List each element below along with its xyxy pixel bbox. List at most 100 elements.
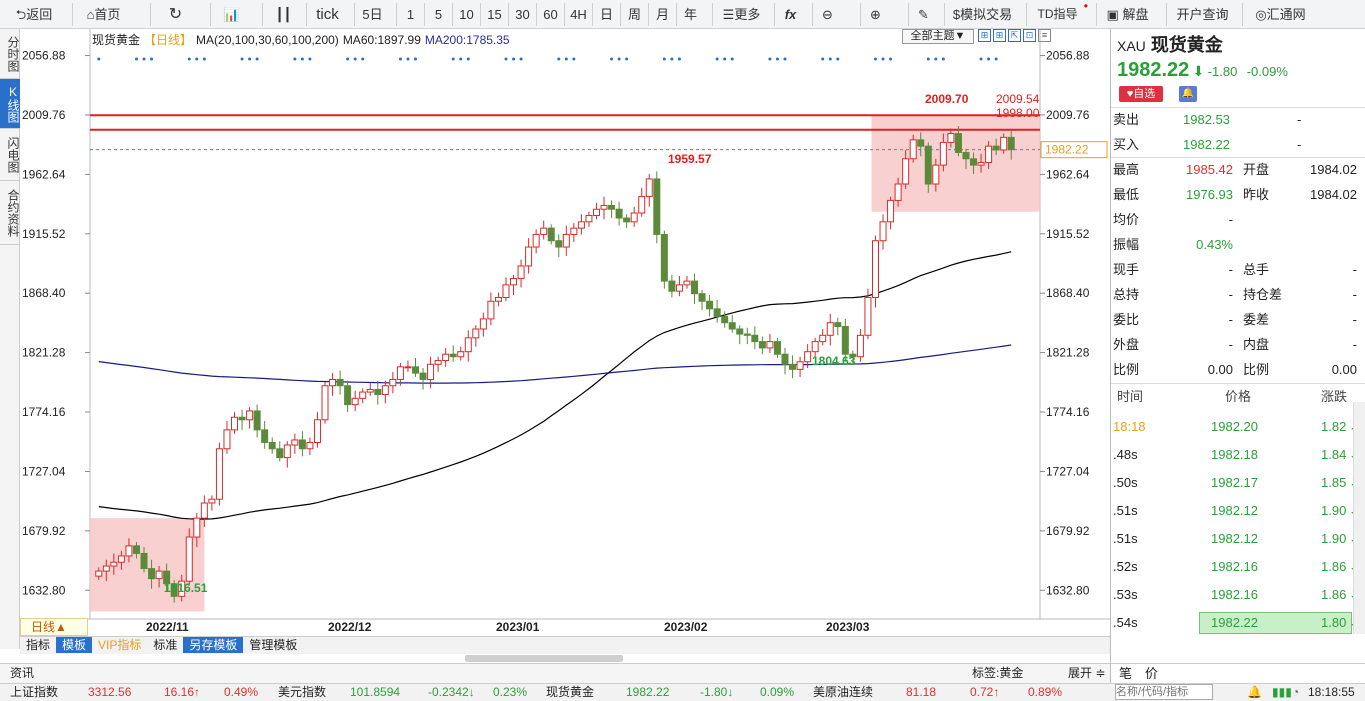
open-account-button[interactable]: 开户查询 (1166, 3, 1238, 26)
signal-dot (821, 57, 825, 61)
huitong-button[interactable]: ◎汇通网 (1242, 3, 1318, 26)
candle-body (570, 227, 578, 235)
y-tick-label: 1727.04 (1046, 464, 1090, 478)
period-week[interactable]: 周 (620, 3, 648, 26)
sell-price: 1982.53 (1183, 112, 1230, 127)
tab-jia[interactable]: 价 (1145, 664, 1158, 684)
tick-header: 时间 价格 涨跌 (1111, 384, 1365, 409)
status-name[interactable]: 上证指数 (10, 684, 58, 701)
kline-chart[interactable]: 2056.88 2056.88 2009.76 2009.76 1962.64 1962.… (20, 29, 1110, 636)
candle-body (804, 351, 812, 363)
candle-body (856, 334, 864, 358)
tick-scrollbar[interactable] (1353, 402, 1365, 634)
candle-body (917, 139, 925, 147)
stat-label: 总手 (1243, 262, 1270, 277)
period-year[interactable]: 年 (676, 3, 704, 26)
alert-bell-icon[interactable]: 🔔 (1179, 86, 1197, 102)
news-label[interactable]: 资讯 (10, 664, 34, 682)
stat-value: - (1228, 312, 1233, 327)
view-tabs: 分时图 K线图 闪电图 合约资料 (0, 29, 20, 649)
instrument-code: XAU (1117, 38, 1146, 54)
candle-body (902, 158, 910, 185)
formula-button[interactable]: fx (774, 3, 806, 26)
jiepan-button[interactable]: ▣ 解盘 (1096, 3, 1158, 26)
td-guide-button[interactable]: TD指导 • (1026, 0, 1088, 26)
status-name[interactable]: 美原油连续 (813, 684, 873, 701)
home-button[interactable]: ⌂首页 (72, 3, 134, 26)
pen-icon[interactable]: ✎ (908, 3, 938, 26)
candle-body (532, 233, 540, 248)
tick-price: 1982.16 (1211, 559, 1258, 574)
notification-dot-icon: • (1083, 0, 1088, 13)
sim-trade-button[interactable]: $模拟交易 (944, 3, 1020, 26)
theme-select[interactable]: 全部主题▼ (902, 29, 974, 44)
kline-period-label[interactable]: 日线▲ (20, 618, 88, 636)
menu-icon[interactable]: ≡ (1038, 29, 1051, 42)
tab-timeshare[interactable]: 分时图 (0, 29, 20, 79)
layout-icon[interactable]: ⊞ (978, 29, 991, 42)
clock-time: 18:18:55 (1308, 685, 1355, 699)
period-60[interactable]: 60 (536, 3, 564, 26)
tick-row: .54s1982.221.80⬇ (1111, 609, 1365, 637)
splitter-handle[interactable] (465, 655, 623, 662)
grid-icon[interactable]: ⊞ (993, 29, 1006, 42)
back-button[interactable]: ⮌返回 (6, 3, 62, 26)
tab-kline[interactable]: K线图 (0, 79, 20, 129)
more-button[interactable]: ☰更多 (712, 3, 770, 26)
period-5[interactable]: 5 (424, 3, 452, 26)
candle-body (887, 199, 895, 223)
tab-flash[interactable]: 闪电图 (0, 129, 20, 181)
period-5day[interactable]: 5日 (354, 3, 390, 26)
price-pct: -0.09% (1246, 64, 1288, 79)
status-name[interactable]: 美元指数 (278, 684, 326, 701)
tab-manage-template[interactable]: 管理模板 (243, 637, 303, 653)
export-icon[interactable]: ⇱ (1008, 29, 1021, 42)
period-1[interactable]: 1 (396, 3, 424, 26)
tab-vip-indicator[interactable]: VIP指标 (92, 637, 147, 653)
tick-time: .50s (1113, 475, 1138, 490)
ma-config[interactable]: MA(20,100,30,60,100,200) (196, 33, 339, 47)
sell-label: 卖出 (1113, 112, 1140, 127)
candle-body (329, 378, 337, 387)
candle-body (359, 391, 367, 399)
candle-body (600, 204, 608, 210)
bell-icon[interactable]: 🔔 (1247, 684, 1262, 701)
period-10[interactable]: 10 (452, 3, 480, 26)
tab-save-template[interactable]: 另存模板 (183, 637, 244, 653)
signal-dot (881, 57, 885, 61)
signal-dot (828, 57, 832, 61)
tab-contract-info[interactable]: 合约资料 (0, 181, 20, 245)
expand-button[interactable]: 展开 ≑ (1068, 664, 1105, 682)
tick-button[interactable]: tick (306, 3, 348, 26)
tick-price: 1982.12 (1211, 531, 1258, 546)
tab-template[interactable]: 模板 (56, 637, 93, 653)
period-30[interactable]: 30 (508, 3, 536, 26)
period-day[interactable]: 日 (592, 3, 620, 26)
tab-standard[interactable]: 标准 (147, 637, 183, 653)
candle-body (954, 133, 962, 153)
kline-chart-area[interactable]: 2056.88 2056.88 2009.76 2009.76 1962.64 1962.… (20, 29, 1110, 636)
stat-value: 0.43% (1196, 237, 1233, 252)
stat-value: - (1228, 262, 1233, 277)
favorite-button[interactable]: ♥自选 (1119, 86, 1163, 102)
tab-indicator[interactable]: 指标 (20, 637, 56, 653)
signal-dot (504, 57, 508, 61)
tab-bi[interactable]: 笔 (1119, 664, 1132, 684)
zoom-out-icon[interactable]: ⊖ (812, 3, 842, 26)
x-tick-label: 2022/11 (146, 620, 189, 634)
candle-body (344, 385, 352, 406)
instrument-title: 现货黄金 (1150, 35, 1223, 55)
period-15[interactable]: 15 (480, 3, 508, 26)
tick-price: 1982.12 (1211, 503, 1258, 518)
period-4h[interactable]: 4H (564, 3, 592, 26)
annotation-label: 1998.00 (996, 106, 1040, 120)
refresh-icon[interactable]: ↻ (150, 3, 200, 26)
candle-icon[interactable]: ┃┃ (262, 3, 304, 26)
status-name[interactable]: 现货黄金 (546, 684, 594, 701)
fullscreen-icon[interactable]: ⊡ (1023, 29, 1036, 42)
stats-row: 外盘 - 内盘 - (1111, 332, 1365, 357)
period-month[interactable]: 月 (648, 3, 676, 26)
zoom-in-icon[interactable]: ⊕ (860, 3, 890, 26)
search-input[interactable] (1115, 684, 1213, 700)
chart-type-icon[interactable]: 📊 (210, 3, 252, 26)
